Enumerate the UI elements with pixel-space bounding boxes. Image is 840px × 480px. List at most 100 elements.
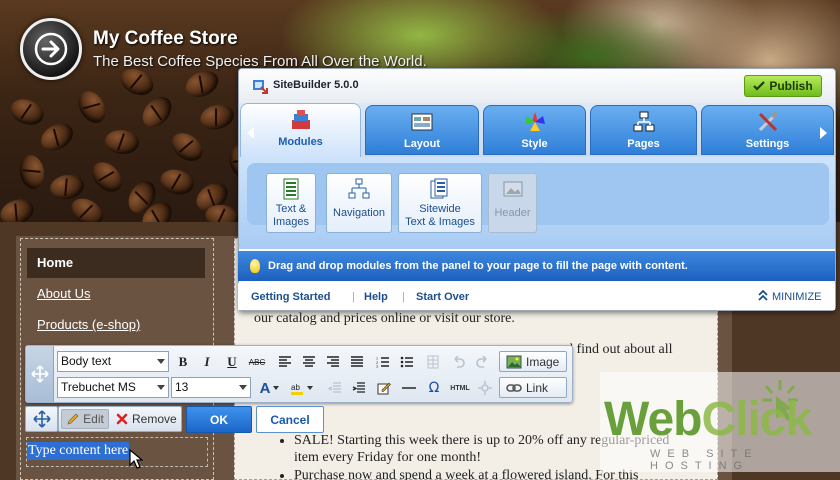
sitemap-icon xyxy=(633,111,654,132)
svg-text:3: 3 xyxy=(376,364,378,368)
font-family-select[interactable]: Trebuchet MS xyxy=(57,377,169,398)
separator: | xyxy=(352,291,355,303)
bold-button[interactable]: B xyxy=(173,352,193,372)
table-button[interactable] xyxy=(423,352,443,372)
align-right-button[interactable] xyxy=(323,352,343,372)
nav-item-products[interactable]: Products (e-shop) xyxy=(27,310,205,340)
pencil-icon xyxy=(67,413,79,424)
ok-button[interactable]: OK xyxy=(186,406,252,433)
paragraph-style-select[interactable]: Body text xyxy=(57,351,169,372)
remove-button[interactable]: Remove xyxy=(113,409,179,429)
publish-label: Publish xyxy=(769,79,813,93)
image-label: Image xyxy=(526,354,560,369)
sitebuilder-footer: Getting Started | Help | Start Over MINI… xyxy=(238,283,835,310)
font-size-select[interactable]: 13 xyxy=(171,377,251,398)
getting-started-link[interactable]: Getting Started xyxy=(251,291,330,303)
tab-label: Pages xyxy=(627,138,660,150)
tab-style[interactable]: Style xyxy=(483,105,586,155)
text-images-icon xyxy=(283,178,299,200)
edit-source-button[interactable] xyxy=(374,378,394,398)
edit-button[interactable]: Edit xyxy=(61,409,109,429)
selected-text[interactable]: Type content here xyxy=(27,442,130,460)
text-color-dropdown-icon[interactable] xyxy=(271,378,281,398)
justify-button[interactable] xyxy=(347,352,367,372)
mouse-cursor-icon xyxy=(129,448,144,473)
move-arrows-icon xyxy=(30,365,49,383)
module-navigation[interactable]: Navigation xyxy=(326,173,392,233)
outdent-button[interactable] xyxy=(325,378,345,398)
html-button[interactable]: HTML xyxy=(448,378,472,398)
align-left-icon xyxy=(279,356,291,367)
watermark-brand-b: Click xyxy=(701,393,812,446)
tab-pages[interactable]: Pages xyxy=(590,105,697,155)
select-value: Body text xyxy=(61,354,112,368)
svg-text:ab: ab xyxy=(291,383,300,392)
insert-image-button[interactable]: Image xyxy=(499,351,567,372)
strikethrough-button[interactable]: ABC xyxy=(247,352,267,372)
cancel-button[interactable]: Cancel xyxy=(256,406,324,433)
tab-settings[interactable]: Settings xyxy=(701,105,834,155)
undo-button[interactable] xyxy=(448,352,468,372)
move-arrows-icon xyxy=(32,410,51,428)
redo-button[interactable] xyxy=(473,352,493,372)
tab-label: Layout xyxy=(403,138,441,150)
special-character-button[interactable]: Ω xyxy=(424,378,444,398)
insert-link-button[interactable]: Link xyxy=(499,377,567,398)
redo-icon xyxy=(476,356,487,368)
bullet-list-button[interactable] xyxy=(397,352,417,372)
minimize-button[interactable]: MINIMIZE xyxy=(772,291,822,303)
sitebuilder-title: SiteBuilder 5.0.0 xyxy=(273,79,359,91)
anchor-button[interactable] xyxy=(475,378,495,398)
anchor-icon xyxy=(478,381,492,395)
scroll-left-arrow-icon[interactable] xyxy=(247,127,254,139)
remove-label: Remove xyxy=(132,412,177,426)
bullet-list-icon xyxy=(400,356,413,368)
module-header: Header xyxy=(488,173,537,233)
tab-modules[interactable]: Modules xyxy=(240,103,361,157)
double-chevron-up-icon[interactable] xyxy=(758,289,768,304)
scroll-right-arrow-icon[interactable] xyxy=(820,127,827,139)
image-icon xyxy=(506,355,522,368)
tab-label: Style xyxy=(521,138,548,150)
chevron-down-icon xyxy=(157,385,165,390)
underline-button[interactable]: U xyxy=(222,352,242,372)
check-icon xyxy=(753,81,766,91)
start-over-link[interactable]: Start Over xyxy=(416,291,469,303)
align-left-button[interactable] xyxy=(275,352,295,372)
help-link[interactable]: Help xyxy=(364,291,388,303)
align-center-button[interactable] xyxy=(299,352,319,372)
sitebuilder-logo-icon xyxy=(253,80,268,94)
site-title: My Coffee Store xyxy=(93,28,238,49)
italic-button[interactable]: I xyxy=(197,352,217,372)
indent-button[interactable] xyxy=(349,378,369,398)
horizontal-rule-icon xyxy=(402,387,416,389)
info-text: Drag and drop modules from the panel to … xyxy=(268,260,688,272)
chevron-down-icon xyxy=(157,359,165,364)
numbered-list-icon: 123 xyxy=(376,356,389,368)
tab-layout[interactable]: Layout xyxy=(365,105,479,155)
nav-item-about-us[interactable]: About Us xyxy=(27,279,205,309)
numbered-list-button[interactable]: 123 xyxy=(373,352,393,372)
module-label: Sitewide xyxy=(419,203,461,215)
move-handle[interactable] xyxy=(26,346,54,402)
align-right-icon xyxy=(327,356,339,367)
watermark-brand: WebClick xyxy=(604,392,812,447)
watermark-brand-a: Web xyxy=(604,393,702,446)
highlight-icon: ab xyxy=(291,383,303,395)
move-module-button[interactable] xyxy=(25,406,58,432)
indent-icon xyxy=(352,382,365,393)
link-icon xyxy=(506,383,522,392)
lightbulb-icon xyxy=(250,259,260,273)
module-label: Images xyxy=(272,216,310,228)
horizontal-rule-button[interactable] xyxy=(399,378,419,398)
sitebuilder-header: SiteBuilder 5.0.0 Publish xyxy=(239,69,835,103)
content-line: d find out about all xyxy=(566,342,673,357)
module-text-images[interactable]: Text & Images xyxy=(266,173,316,233)
nav-item-home[interactable]: Home xyxy=(27,248,205,278)
module-label: Navigation xyxy=(333,207,385,219)
logo-arrow-icon[interactable] xyxy=(20,18,82,80)
info-bar: Drag and drop modules from the panel to … xyxy=(238,251,835,281)
module-sitewide-text-images[interactable]: Sitewide Text & Images xyxy=(398,173,482,233)
highlight-dropdown-icon[interactable] xyxy=(305,378,315,398)
publish-button[interactable]: Publish xyxy=(744,75,822,97)
